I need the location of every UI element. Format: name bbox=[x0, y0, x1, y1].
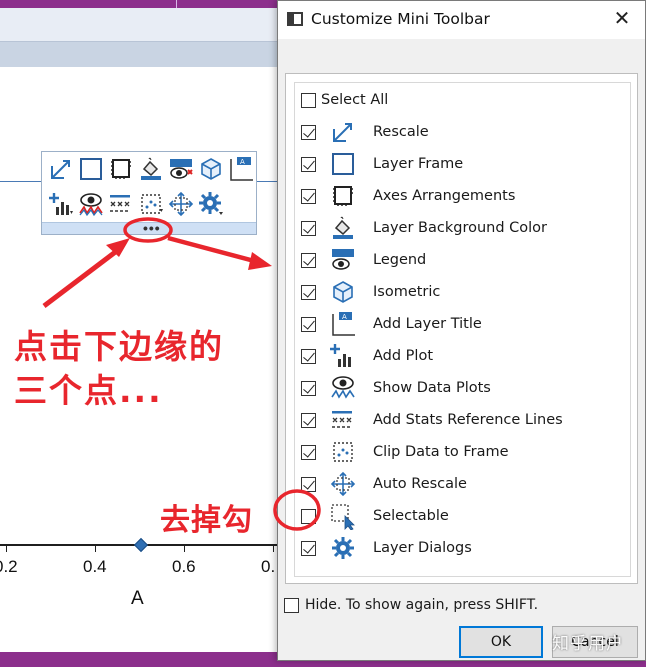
svg-text:A: A bbox=[240, 158, 245, 166]
item-checkbox-axes-arrangements[interactable] bbox=[301, 189, 316, 204]
watermark: 知乎用户 bbox=[552, 634, 624, 654]
item-label-selectable: Selectable bbox=[373, 508, 449, 524]
auto-rescale-icon[interactable] bbox=[166, 189, 195, 218]
rescale-icon[interactable] bbox=[46, 154, 75, 183]
axes-arrangements-icon bbox=[333, 186, 353, 206]
stats-lines-icon bbox=[332, 411, 352, 428]
item-checkbox-add-layer-title[interactable] bbox=[301, 317, 316, 332]
annotation-three-dots: 三个点... bbox=[14, 371, 163, 410]
paint-bucket-icon[interactable] bbox=[136, 154, 165, 183]
item-checkbox-isometric[interactable] bbox=[301, 285, 316, 300]
item-label-add-plot: Add Plot bbox=[373, 348, 434, 364]
dialog-title-bar[interactable]: Customize Mini Toolbar ✕ bbox=[278, 1, 645, 39]
rescale-icon bbox=[333, 123, 352, 142]
add-plot-icon[interactable] bbox=[46, 189, 75, 218]
hide-toolbar-checkbox[interactable] bbox=[284, 598, 299, 613]
mini-toolbar-bottom-edge[interactable]: ••• bbox=[42, 221, 256, 235]
annotation-click-dots: 点击下边缘的 bbox=[14, 327, 224, 366]
item-label-legend: Legend bbox=[373, 252, 427, 268]
gear-icon bbox=[332, 537, 354, 559]
legend-icon[interactable] bbox=[166, 154, 195, 183]
item-checkbox-selectable[interactable] bbox=[301, 509, 316, 524]
item-label-layer-dialogs: Layer Dialogs bbox=[373, 540, 472, 556]
legend-icon bbox=[332, 249, 354, 270]
item-label-rescale: Rescale bbox=[373, 124, 429, 140]
item-checkbox-legend[interactable] bbox=[301, 253, 316, 268]
mini-toolbar-row-2 bbox=[46, 189, 225, 219]
toolbar-items-panel: Select All Rescale Layer Frame Axes Arra… bbox=[285, 73, 638, 584]
item-label-auto-rescale: Auto Rescale bbox=[373, 476, 467, 492]
item-label-show-data-plots: Show Data Plots bbox=[373, 380, 491, 396]
gear-icon[interactable] bbox=[196, 189, 225, 218]
paint-bucket-icon bbox=[333, 216, 353, 239]
x-tick bbox=[273, 546, 274, 552]
x-tick bbox=[95, 546, 96, 552]
mini-toolbar-row-1: A bbox=[46, 154, 255, 184]
stats-lines-icon[interactable] bbox=[106, 189, 135, 218]
item-checkbox-add-plot[interactable] bbox=[301, 349, 316, 364]
mini-toolbar: A ••• bbox=[41, 151, 257, 235]
item-label-add-stats-reference-lines: Add Stats Reference Lines bbox=[373, 412, 563, 428]
toolbar-items-list: Select All Rescale Layer Frame Axes Arra… bbox=[294, 82, 631, 577]
item-checkbox-show-data-plots[interactable] bbox=[301, 381, 316, 396]
select-all-label: Select All bbox=[321, 92, 389, 108]
x-axis-title: A bbox=[131, 588, 144, 609]
dialog-app-icon bbox=[287, 12, 303, 26]
isometric-cube-icon[interactable] bbox=[196, 154, 225, 183]
layer-frame-icon bbox=[332, 153, 354, 175]
item-checkbox-layer-frame[interactable] bbox=[301, 157, 316, 172]
x-tick-label: 0.6 bbox=[172, 557, 196, 576]
x-tick-label: 0.2 bbox=[0, 557, 18, 576]
clip-frame-icon[interactable] bbox=[136, 189, 165, 218]
clip-frame-icon bbox=[333, 442, 353, 462]
layer-frame-icon[interactable] bbox=[76, 154, 105, 183]
dialog-title: Customize Mini Toolbar bbox=[311, 10, 490, 28]
item-label-add-layer-title: Add Layer Title bbox=[373, 316, 482, 332]
x-tick-label: 0.4 bbox=[83, 557, 107, 576]
layer-title-icon[interactable]: A bbox=[226, 154, 255, 183]
item-label-axes-arrangements: Axes Arrangements bbox=[373, 188, 516, 204]
layer-title-icon: A bbox=[332, 312, 355, 336]
annotation-uncheck: 去掉勾 bbox=[160, 503, 253, 538]
item-checkbox-rescale[interactable] bbox=[301, 125, 316, 140]
item-checkbox-clip-data-to-frame[interactable] bbox=[301, 445, 316, 460]
item-checkbox-add-stats-reference-lines[interactable] bbox=[301, 413, 316, 428]
auto-rescale-icon bbox=[330, 471, 356, 497]
add-plot-icon bbox=[330, 344, 351, 367]
expand-dots-button[interactable]: ••• bbox=[143, 221, 161, 235]
x-tick bbox=[6, 546, 7, 552]
item-checkbox-layer-dialogs[interactable] bbox=[301, 541, 316, 556]
axes-arrangements-icon[interactable] bbox=[106, 154, 135, 183]
item-label-layer-background-color: Layer Background Color bbox=[373, 220, 548, 236]
item-label-clip-data-to-frame: Clip Data to Frame bbox=[373, 444, 509, 460]
select-all-checkbox[interactable] bbox=[301, 93, 316, 108]
hide-toolbar-label: Hide. To show again, press SHIFT. bbox=[305, 597, 539, 613]
x-tick-label: 0. bbox=[261, 557, 276, 576]
layer-handle-bottom[interactable] bbox=[133, 537, 149, 553]
eye-plot-icon bbox=[331, 376, 355, 399]
close-icon[interactable]: ✕ bbox=[611, 8, 633, 30]
item-label-layer-frame: Layer Frame bbox=[373, 156, 464, 172]
x-tick bbox=[184, 546, 185, 552]
customize-mini-toolbar-dialog: Customize Mini Toolbar ✕ Select All Resc… bbox=[277, 0, 646, 661]
eye-plot-icon[interactable] bbox=[76, 189, 105, 218]
item-label-isometric: Isometric bbox=[373, 284, 441, 300]
isometric-cube-icon bbox=[333, 281, 353, 303]
selectable-cursor-icon bbox=[331, 504, 355, 530]
svg-text:A: A bbox=[342, 313, 347, 321]
ok-button[interactable]: OK bbox=[459, 626, 543, 658]
item-checkbox-layer-background-color[interactable] bbox=[301, 221, 316, 236]
item-checkbox-auto-rescale[interactable] bbox=[301, 477, 316, 492]
